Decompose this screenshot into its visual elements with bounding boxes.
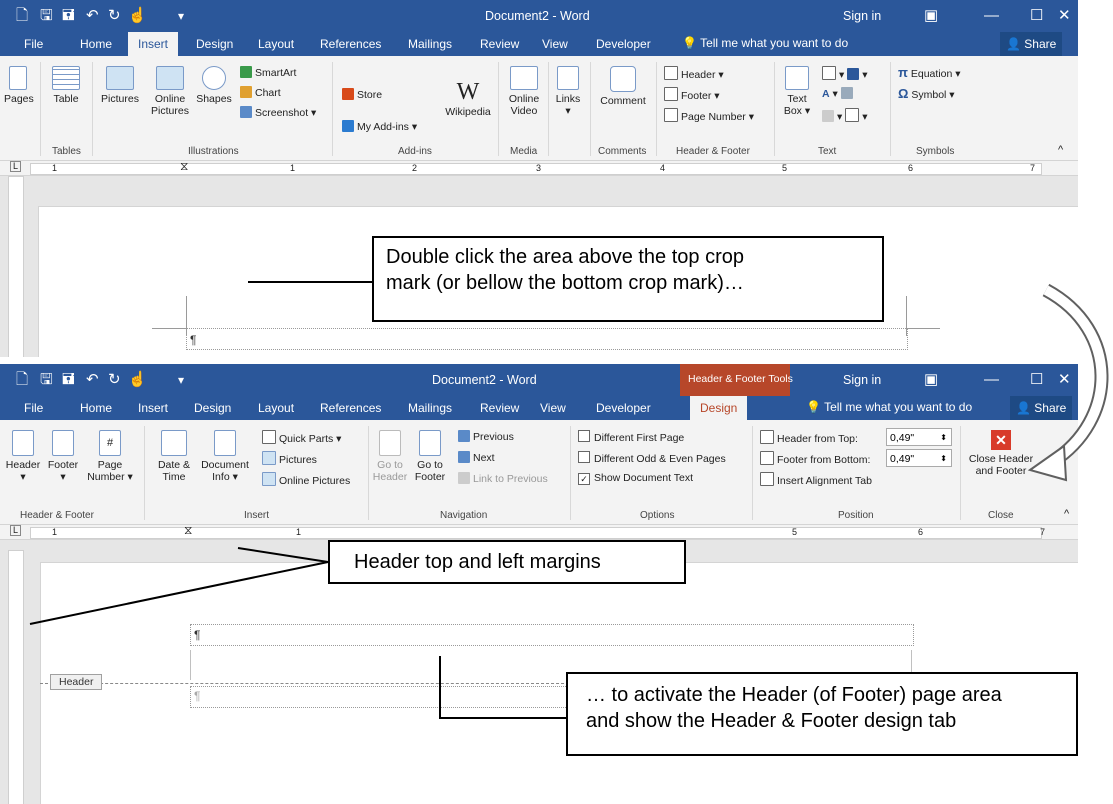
callout-double-click-line1: Double click the area above the top crop — [386, 246, 744, 268]
callout-margins-text: Header top and left margins — [354, 551, 601, 573]
pointer-line-activate — [439, 656, 566, 719]
curved-arrow-head-icon — [1027, 444, 1068, 482]
callout-margins: Header top and left margins — [328, 540, 686, 584]
callout-double-click-line2: mark (or bellow the bottom crop mark)… — [386, 272, 744, 294]
callout-activate: … to activate the Header (of Footer) pag… — [566, 672, 1078, 756]
callout-activate-line2: and show the Header & Footer design tab — [586, 710, 957, 732]
pointer-line-margin-left — [29, 561, 329, 625]
callout-double-click: Double click the area above the top crop… — [372, 236, 884, 322]
callout-activate-line1: … to activate the Header (of Footer) pag… — [586, 684, 1002, 706]
pointer-line-margin-top — [237, 547, 329, 563]
